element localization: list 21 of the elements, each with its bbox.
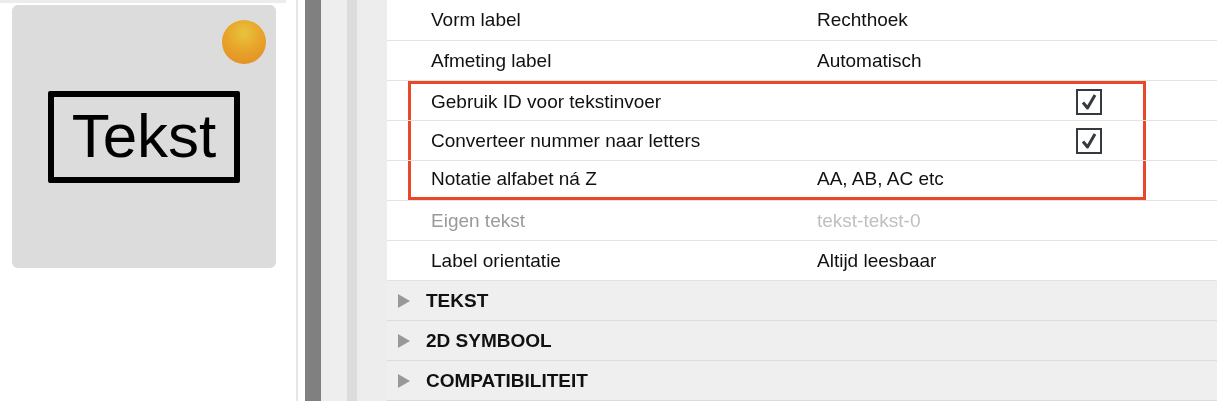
property-label: Label orientatie	[431, 249, 562, 272]
label-preview: Tekst	[47, 90, 241, 183]
property-value: tekst-tekst-0	[817, 209, 921, 232]
status-dot	[222, 20, 266, 64]
property-value[interactable]: Automatisch	[817, 49, 922, 72]
checkbox[interactable]	[1076, 127, 1102, 154]
checkmark-icon	[1080, 131, 1098, 150]
section-header[interactable]: 2D SYMBOOL	[387, 321, 1217, 361]
section-header[interactable]: TEKST	[387, 281, 1217, 321]
property-value[interactable]: Rechthoek	[817, 9, 908, 31]
property-label: Converteer nummer naar letters	[431, 129, 702, 152]
property-label: Afmeting label	[431, 49, 553, 72]
property-label: Vorm label	[431, 9, 522, 31]
property-value[interactable]: Altijd leesbaar	[817, 249, 937, 272]
property-value[interactable]: AA, AB, AC etc	[817, 168, 944, 190]
property-label: Eigen tekst	[431, 209, 526, 232]
property-label: Gebruik ID voor tekstinvoer	[431, 91, 663, 113]
property-label: Notatie alfabet ná Z	[431, 168, 598, 190]
checkbox[interactable]	[1076, 89, 1102, 115]
section-header[interactable]: COMPATIBILITEIT	[387, 361, 1217, 401]
checkmark-icon	[1080, 93, 1098, 111]
